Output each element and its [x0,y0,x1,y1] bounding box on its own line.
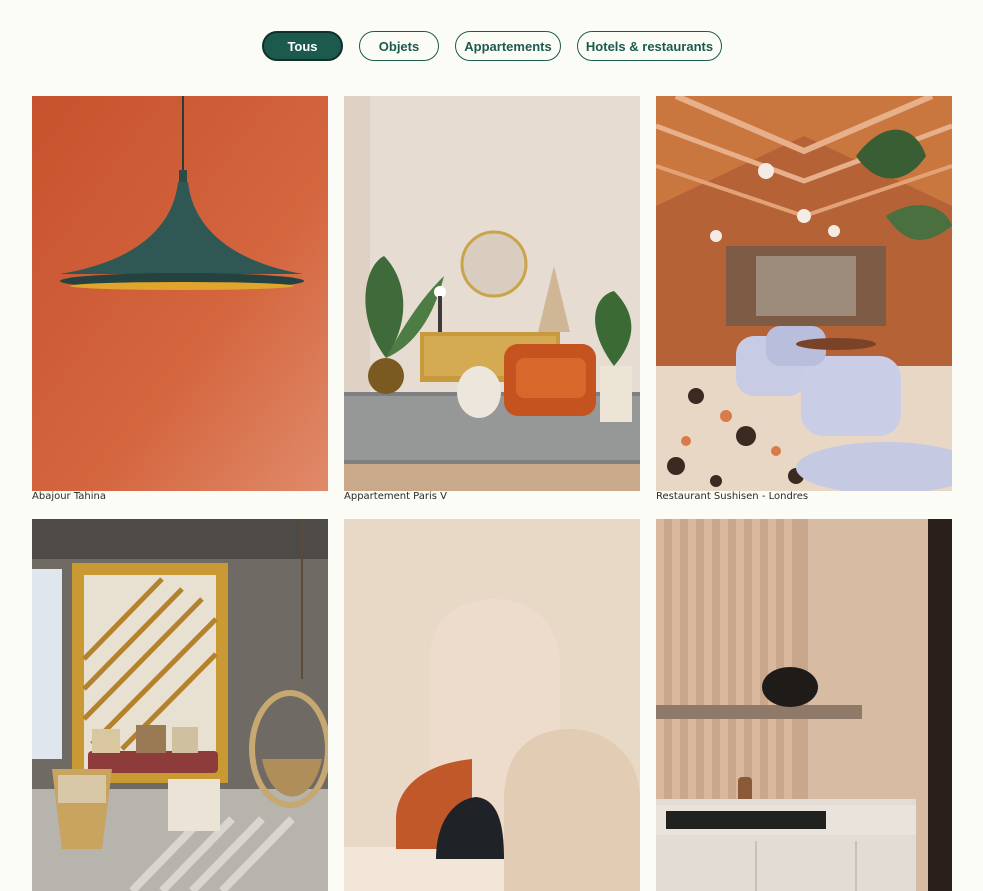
gallery-photo-arches[interactable] [344,519,640,891]
filter-objects-button[interactable]: Objets [359,31,439,61]
gallery-card[interactable]: Abajour Tahina [32,96,328,506]
gallery-photo-lamp[interactable] [32,96,328,491]
gallery-card[interactable] [344,519,640,891]
gallery-card[interactable] [656,519,952,891]
filter-hotels-button[interactable]: Hotels & restaurants [577,31,722,61]
gallery-card[interactable] [32,519,328,891]
gallery-photo-kitchen[interactable] [656,519,952,891]
filter-apartments-button[interactable]: Appartements [455,31,561,61]
filter-all-button[interactable]: Tous [262,31,343,61]
gallery-card[interactable]: Restaurant Sushisen - Londres [656,96,952,506]
gallery-photo-lounge[interactable] [32,519,328,891]
gallery-caption: Restaurant Sushisen - Londres [656,491,809,502]
gallery-caption: Abajour Tahina [32,491,107,502]
gallery-caption: Appartement Paris V [344,491,448,502]
gallery-photo-restaurant[interactable] [656,96,952,491]
gallery-card[interactable]: Appartement Paris V [344,96,640,506]
gallery-photo-apartment[interactable] [344,96,640,491]
filter-bar: Tous Objets Appartements Hotels & restau… [0,31,983,63]
